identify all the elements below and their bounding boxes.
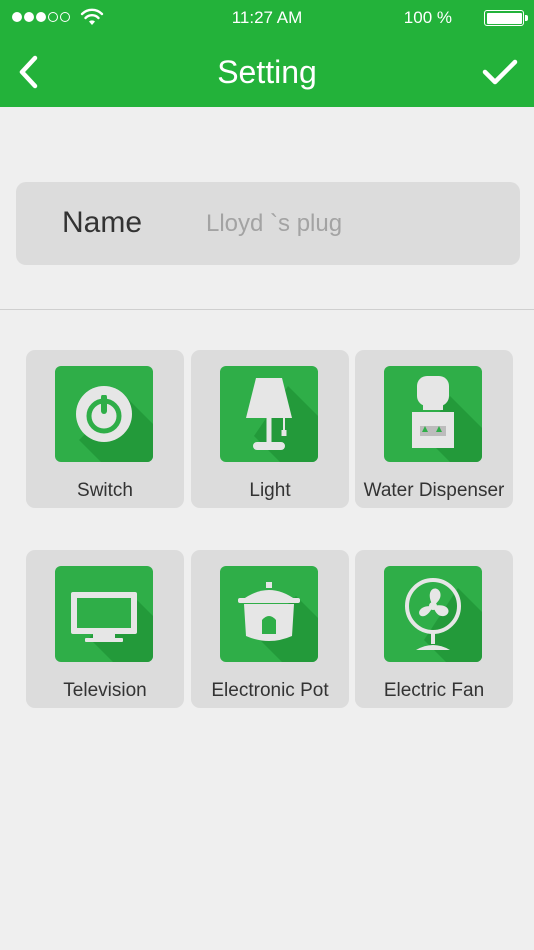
battery-percent: 100 %: [403, 8, 452, 27]
device-label: Water Dispenser: [363, 480, 505, 501]
name-label: Name: [62, 206, 143, 239]
power-icon: [55, 366, 153, 462]
device-label: Switch: [77, 480, 133, 501]
section-divider: [0, 309, 534, 310]
device-tile-water-dispenser[interactable]: Water Dispenser: [355, 350, 513, 508]
device-tile-electric-fan[interactable]: Electric Fan: [355, 550, 513, 708]
device-tile-light[interactable]: Light: [191, 350, 349, 508]
device-tile-television[interactable]: Television: [26, 550, 184, 708]
water-dispenser-icon: [384, 366, 482, 462]
status-bar: 11:27 AM 100 %: [0, 0, 534, 36]
device-tile-switch[interactable]: Switch: [26, 350, 184, 508]
status-time: 11:27 AM: [231, 8, 303, 27]
device-label: Electronic Pot: [211, 680, 329, 701]
fan-icon: [384, 566, 482, 662]
battery-icon: [484, 10, 528, 26]
television-icon: [55, 566, 153, 662]
name-input[interactable]: [206, 204, 496, 244]
name-card: Name: [16, 182, 520, 265]
confirm-button[interactable]: [478, 52, 522, 92]
page-title: Setting: [217, 54, 317, 90]
checkmark-icon: [482, 59, 518, 85]
device-tile-electronic-pot[interactable]: Electronic Pot: [191, 550, 349, 708]
device-label: Television: [63, 680, 147, 701]
header-bar: 11:27 AM 100 % Setting: [0, 0, 534, 107]
device-label: Light: [249, 480, 291, 501]
device-label: Electric Fan: [383, 680, 485, 701]
lamp-icon: [220, 366, 318, 462]
rice-cooker-icon: [220, 566, 318, 662]
